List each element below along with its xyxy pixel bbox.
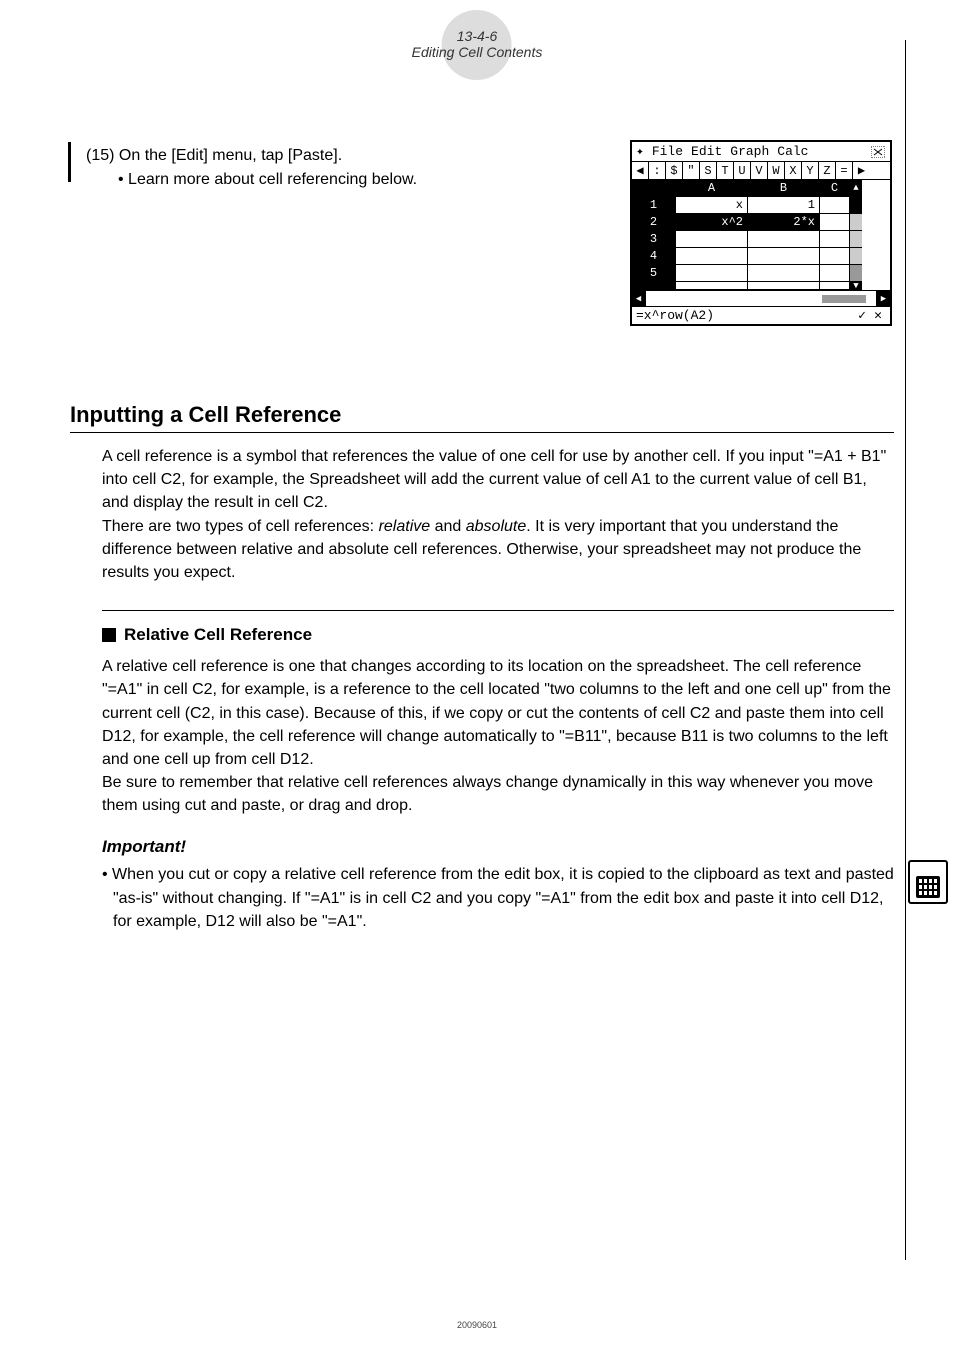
relative-paragraph-2: Be sure to remember that relative cell r…	[102, 771, 894, 817]
toolbar-equals[interactable]: =	[836, 162, 853, 179]
cell-b1[interactable]: 1	[748, 197, 820, 214]
toolbar-s[interactable]: S	[700, 162, 717, 179]
header-section-name: Editing Cell Contents	[412, 44, 543, 60]
device-logo-icon: ✦	[636, 144, 644, 159]
formula-cancel-icon[interactable]: ✕	[870, 308, 886, 323]
square-bullet-icon	[102, 628, 116, 642]
toolbar-right-arrow-icon[interactable]: ▶	[853, 162, 870, 179]
scroll-track	[850, 248, 862, 265]
intro-paragraph-1: A cell reference is a symbol that refere…	[102, 445, 894, 515]
cell-c2[interactable]	[820, 214, 850, 231]
formula-bar: =x^row(A2) ✓ ✕	[632, 306, 890, 324]
cell-a5[interactable]	[676, 265, 748, 282]
sub-heading-text: Relative Cell Reference	[124, 625, 312, 645]
menu-graph[interactable]: Graph	[730, 144, 769, 159]
row-header-5[interactable]: 5	[632, 265, 676, 282]
toolbar-v[interactable]: V	[751, 162, 768, 179]
device-menubar: ✦ File Edit Graph Calc	[632, 142, 890, 162]
menu-file[interactable]: File	[652, 144, 683, 159]
important-label: Important!	[102, 837, 894, 857]
scroll-track	[850, 231, 862, 248]
toolbar-left-arrow-icon[interactable]: ◀	[632, 162, 649, 179]
cell-a2-selected[interactable]: x^2	[676, 214, 748, 231]
cell-c6-partial[interactable]	[820, 282, 850, 290]
cell-b5[interactable]	[748, 265, 820, 282]
col-header-c[interactable]: C	[820, 180, 850, 197]
row-header-2[interactable]: 2	[632, 214, 676, 231]
device-toolbar: ◀ : $ " S T U V W X Y Z = ▶	[632, 162, 890, 180]
toolbar-x[interactable]: X	[785, 162, 802, 179]
scroll-up-icon[interactable]: ▲	[850, 180, 862, 197]
row-header-4[interactable]: 4	[632, 248, 676, 265]
cell-b3[interactable]	[748, 231, 820, 248]
step-left-bar	[68, 142, 71, 182]
relative-paragraph-1: A relative cell reference is one that ch…	[102, 655, 894, 771]
side-calculator-icon	[908, 860, 948, 904]
row-header-6-partial[interactable]	[632, 282, 676, 290]
page-header: 13-4-6 Editing Cell Contents	[412, 28, 543, 60]
hscroll-track[interactable]	[646, 291, 876, 306]
toolbar-t[interactable]: T	[717, 162, 734, 179]
menu-calc[interactable]: Calc	[777, 144, 808, 159]
right-margin-rule	[905, 40, 906, 1260]
toolbar-dollar[interactable]: $	[666, 162, 683, 179]
cell-a6-partial[interactable]	[676, 282, 748, 290]
horizontal-scrollbar: ◀ ▶	[632, 290, 890, 306]
cell-b6-partial[interactable]	[748, 282, 820, 290]
scroll-track	[850, 265, 862, 282]
formula-text[interactable]: =x^row(A2)	[636, 308, 854, 323]
cell-c4[interactable]	[820, 248, 850, 265]
col-header-b[interactable]: B	[748, 180, 820, 197]
toolbar-z[interactable]: Z	[819, 162, 836, 179]
cell-a1[interactable]: x	[676, 197, 748, 214]
scroll-down-icon[interactable]: ▼	[850, 282, 862, 290]
toolbar-quote[interactable]: "	[683, 162, 700, 179]
cell-a3[interactable]	[676, 231, 748, 248]
calculator-screenshot: ✦ File Edit Graph Calc ◀ : $ " S T U V W…	[630, 140, 892, 326]
scroll-track	[850, 214, 862, 231]
important-body: • When you cut or copy a relative cell r…	[102, 863, 894, 933]
row-header-1[interactable]: 1	[632, 197, 676, 214]
cell-a4[interactable]	[676, 248, 748, 265]
hscroll-thumb[interactable]	[822, 295, 866, 303]
menu-close-icon[interactable]	[870, 145, 886, 159]
header-page-code: 13-4-6	[412, 28, 543, 44]
cell-b2-selected[interactable]: 2*x	[748, 214, 820, 231]
hscroll-right-icon[interactable]: ▶	[876, 291, 890, 306]
intro-paragraph-2: There are two types of cell references: …	[102, 515, 894, 585]
cell-c3[interactable]	[820, 231, 850, 248]
menu-edit[interactable]: Edit	[691, 144, 722, 159]
relative-cell-ref-heading: Relative Cell Reference	[102, 610, 894, 645]
col-header-corner[interactable]	[632, 180, 676, 197]
formula-ok-icon[interactable]: ✓	[854, 308, 870, 323]
spreadsheet-grid: A B C ▲ 1 x 1 2 x^2 2*x 3 4 5	[632, 180, 890, 290]
cell-b4[interactable]	[748, 248, 820, 265]
footer-number: 20090601	[457, 1320, 497, 1330]
hscroll-left-icon[interactable]: ◀	[632, 291, 646, 306]
toolbar-u[interactable]: U	[734, 162, 751, 179]
toolbar-w[interactable]: W	[768, 162, 785, 179]
scroll-thumb[interactable]	[850, 197, 862, 214]
cell-c1[interactable]	[820, 197, 850, 214]
cell-c5[interactable]	[820, 265, 850, 282]
col-header-a[interactable]: A	[676, 180, 748, 197]
toolbar-colon[interactable]: :	[649, 162, 666, 179]
row-header-3[interactable]: 3	[632, 231, 676, 248]
toolbar-y[interactable]: Y	[802, 162, 819, 179]
section-title: Inputting a Cell Reference	[70, 402, 894, 433]
